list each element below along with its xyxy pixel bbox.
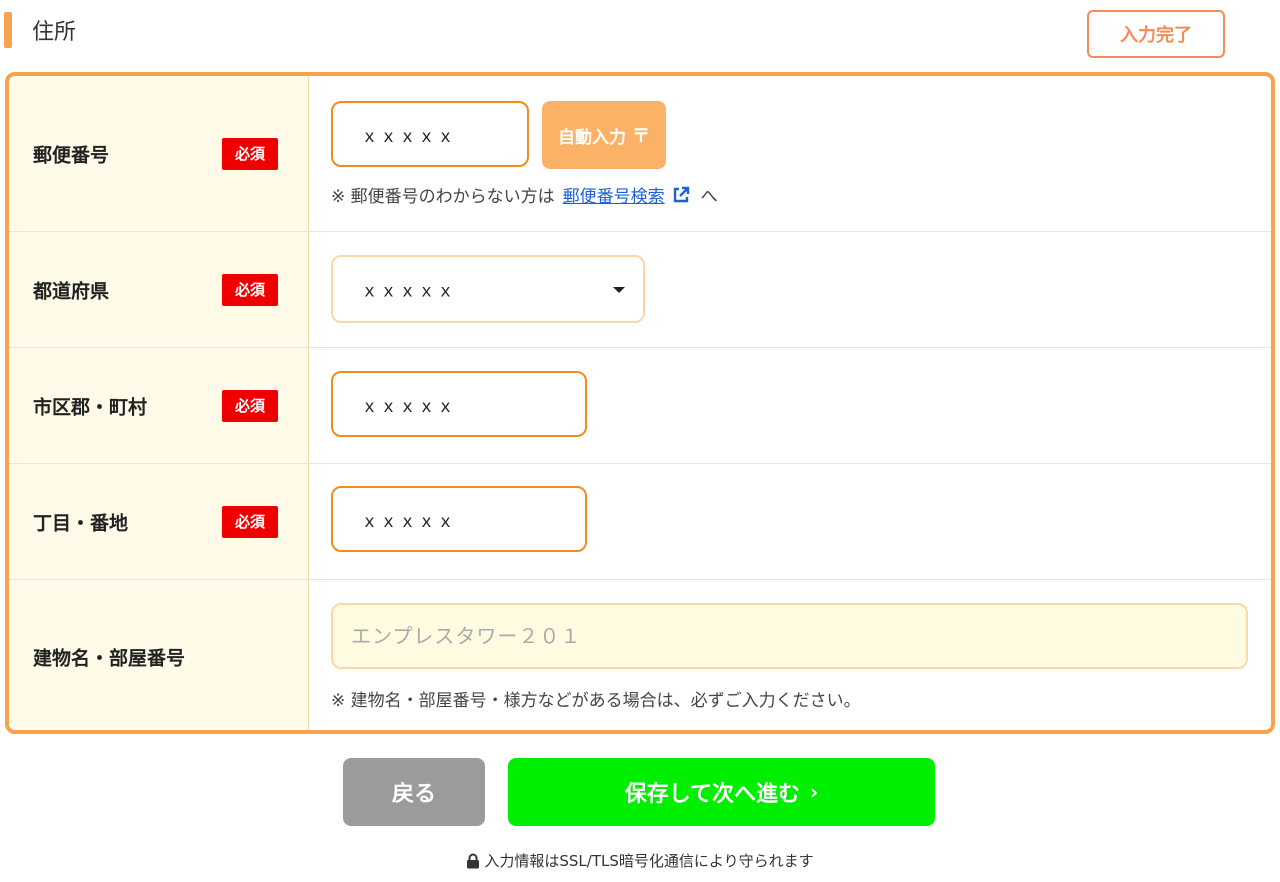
label-cell: 建物名・部屋番号 [9, 580, 309, 730]
label-cell: 都道府県 必須 [9, 232, 309, 347]
auto-fill-label: 自動入力 [558, 127, 626, 147]
required-badge: 必須 [222, 505, 278, 538]
row-prefecture: 都道府県 必須 ｘｘｘｘｘ [9, 232, 1271, 348]
postal-code-hint: ※ 郵便番号のわからない方は 郵便番号検索 へ [331, 182, 718, 207]
postal-hint-suffix: へ [700, 187, 718, 207]
dropdown-arrow-icon [613, 287, 625, 293]
prefecture-select[interactable]: ｘｘｘｘｘ [331, 255, 645, 323]
input-complete-badge: 入力完了 [1087, 10, 1225, 58]
building-hint: ※ 建物名・部屋番号・様方などがある場合は、必ずご入力ください。 [331, 691, 861, 711]
back-button[interactable]: 戻る [343, 758, 485, 826]
label-cell: 郵便番号 必須 [9, 76, 309, 231]
section-title: 住所 [32, 20, 77, 45]
postal-code-input[interactable] [331, 101, 529, 167]
postal-search-link[interactable]: 郵便番号検索 [563, 182, 665, 207]
label-cell: 市区郡・町村 必須 [9, 348, 309, 463]
lock-icon [467, 853, 480, 868]
required-badge: 必須 [222, 389, 278, 422]
section-accent-bar [4, 12, 12, 48]
street-label: 丁目・番地 [33, 512, 129, 534]
prefecture-label: 都道府県 [33, 280, 110, 302]
city-input[interactable] [331, 371, 587, 437]
ssl-note-text: 入力情報はSSL/TLS暗号化通信により守られます [484, 852, 814, 870]
row-building: 建物名・部屋番号 ※ 建物名・部屋番号・様方などがある場合は、必ずご入力ください… [9, 580, 1271, 730]
save-next-button[interactable]: 保存して次へ進む › [508, 758, 935, 826]
save-next-label: 保存して次へ進む [624, 782, 801, 807]
ssl-note: 入力情報はSSL/TLS暗号化通信により守られます [0, 850, 1280, 871]
address-form: 郵便番号 必須 自動入力 〒 ※ 郵便番号のわからない方は 郵便番号検索 へ 都… [5, 72, 1275, 734]
chevron-right-icon: › [810, 780, 819, 804]
row-city: 市区郡・町村 必須 [9, 348, 1271, 464]
label-cell: 丁目・番地 必須 [9, 464, 309, 579]
value-cell: ※ 建物名・部屋番号・様方などがある場合は、必ずご入力ください。 [309, 580, 1271, 730]
city-label: 市区郡・町村 [33, 396, 148, 418]
value-cell: ｘｘｘｘｘ [309, 232, 1271, 347]
required-badge: 必須 [222, 137, 278, 170]
row-postal-code: 郵便番号 必須 自動入力 〒 ※ 郵便番号のわからない方は 郵便番号検索 へ [9, 76, 1271, 232]
value-cell [309, 464, 1271, 579]
value-cell: 自動入力 〒 ※ 郵便番号のわからない方は 郵便番号検索 へ [309, 76, 1271, 231]
building-input[interactable] [331, 603, 1248, 669]
required-badge: 必須 [222, 273, 278, 306]
external-link-icon[interactable] [671, 185, 691, 205]
postal-hint-prefix: ※ 郵便番号のわからない方は [331, 187, 555, 207]
section-header: 住所 入力完了 [0, 0, 1280, 66]
value-cell [309, 348, 1271, 463]
street-input[interactable] [331, 486, 587, 552]
postal-code-label: 郵便番号 [33, 144, 110, 166]
row-street: 丁目・番地 必須 [9, 464, 1271, 580]
building-label: 建物名・部屋番号 [33, 647, 186, 670]
postal-mark-icon: 〒 [632, 126, 650, 146]
auto-fill-button[interactable]: 自動入力 〒 [542, 101, 666, 169]
prefecture-selected-value: ｘｘｘｘｘ [361, 281, 456, 302]
